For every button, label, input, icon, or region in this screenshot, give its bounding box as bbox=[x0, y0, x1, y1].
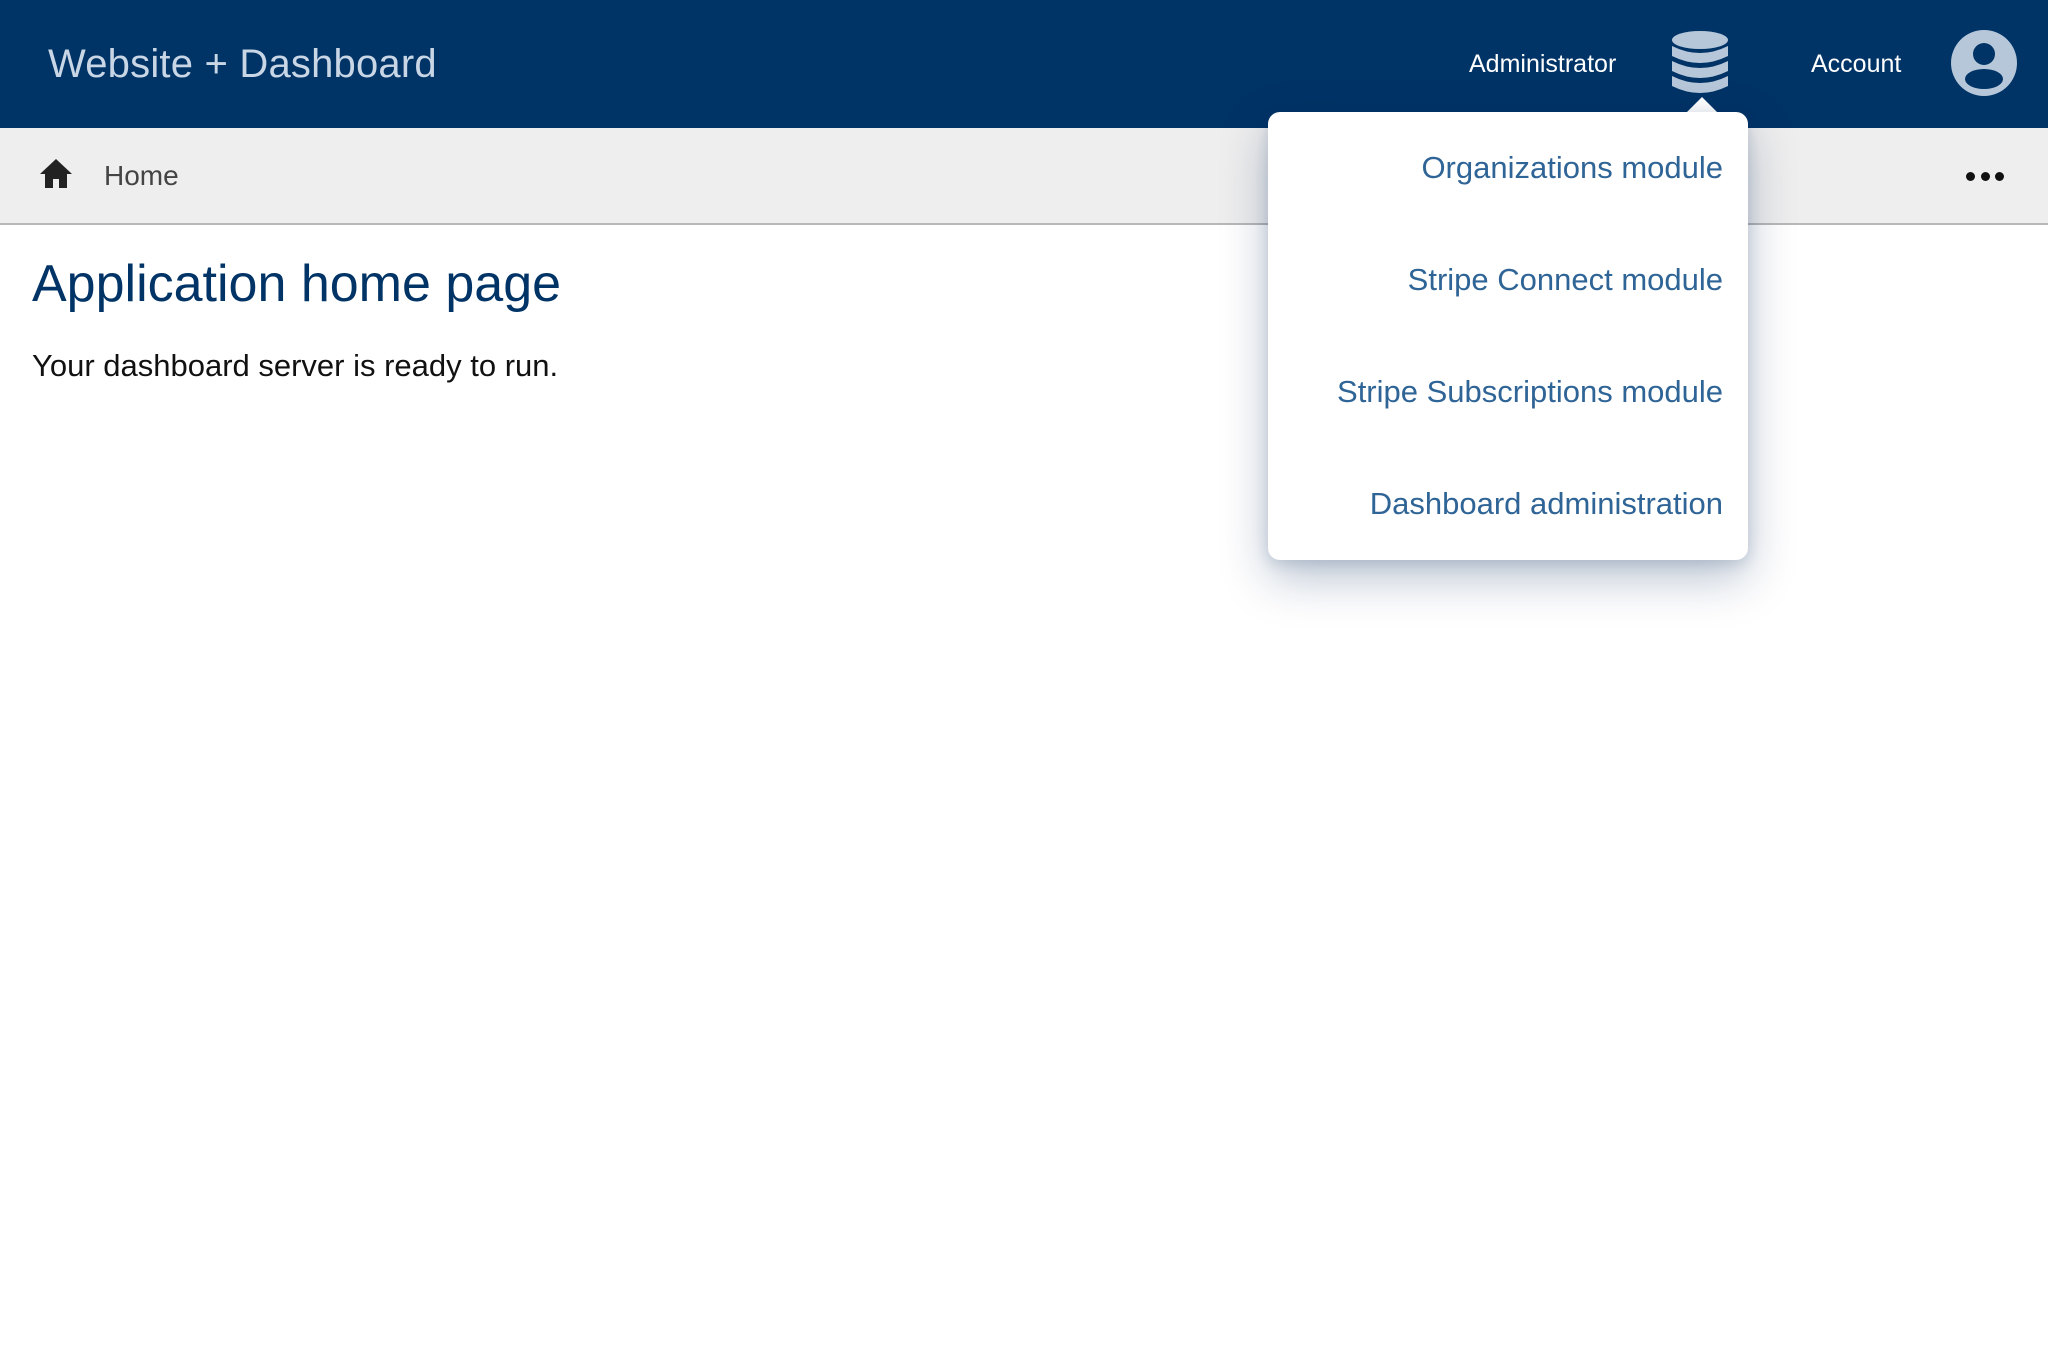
top-navigation-bar: Website + Dashboard Administrator Accoun… bbox=[0, 0, 2048, 128]
menu-item-dashboard-administration[interactable]: Dashboard administration bbox=[1268, 448, 1748, 560]
breadcrumb-home-label[interactable]: Home bbox=[104, 128, 179, 223]
database-icon[interactable] bbox=[1669, 30, 1731, 98]
menu-item-organizations[interactable]: Organizations module bbox=[1268, 112, 1748, 224]
account-link[interactable]: Account bbox=[1811, 0, 1901, 128]
dropdown-caret bbox=[1686, 97, 1718, 113]
menu-item-stripe-subscriptions[interactable]: Stripe Subscriptions module bbox=[1268, 336, 1748, 448]
page-description: Your dashboard server is ready to run. bbox=[32, 348, 559, 383]
menu-item-stripe-connect[interactable]: Stripe Connect module bbox=[1268, 224, 1748, 336]
home-icon[interactable] bbox=[38, 156, 74, 192]
administrator-dropdown-menu: Organizations module Stripe Connect modu… bbox=[1268, 112, 1748, 560]
page-title: Application home page bbox=[32, 255, 562, 313]
administrator-link[interactable]: Administrator bbox=[1469, 0, 1616, 128]
main-content: Application home page Your dashboard ser… bbox=[32, 250, 1232, 386]
user-circle-icon[interactable] bbox=[1951, 30, 2017, 96]
more-horizontal-icon[interactable] bbox=[1966, 158, 2004, 194]
brand-link[interactable]: Website + Dashboard bbox=[48, 0, 437, 128]
